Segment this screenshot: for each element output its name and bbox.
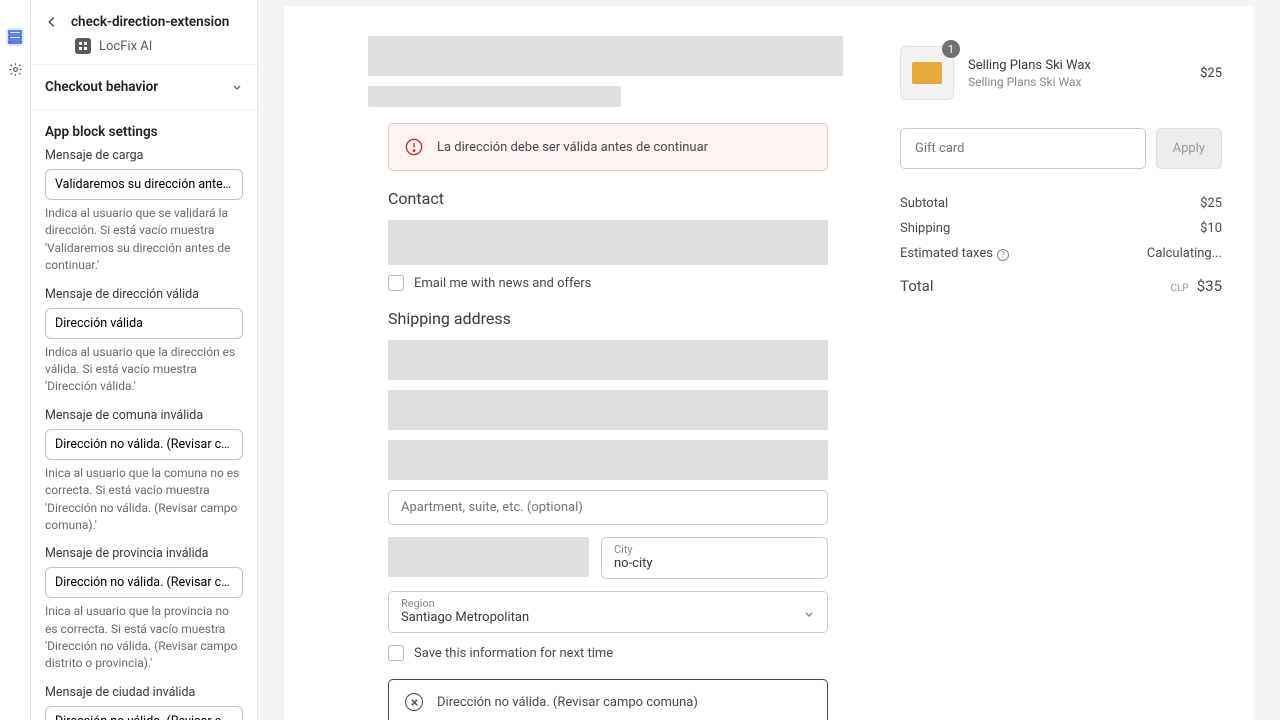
field-label: Mensaje de dirección válida: [45, 287, 243, 302]
skeleton: [368, 86, 621, 107]
field-input-carga[interactable]: [45, 169, 243, 200]
left-rail: [0, 0, 31, 720]
back-icon[interactable]: [45, 15, 59, 29]
region-value: Santiago Metropolitan: [401, 610, 815, 625]
checkbox[interactable]: [388, 645, 404, 661]
total-row: Total CLP $35: [900, 272, 1222, 300]
checkout-main: La dirección debe ser válida antes de co…: [284, 6, 884, 720]
region-label: Region: [401, 597, 815, 610]
item-price: $25: [1200, 66, 1222, 81]
tax-label: Estimated taxes: [900, 246, 993, 261]
apply-button[interactable]: Apply: [1156, 128, 1222, 169]
checkbox[interactable]: [388, 275, 404, 291]
subtotal-label: Subtotal: [900, 196, 948, 211]
field-label: Mensaje de comuna inválida: [45, 408, 243, 423]
item-title: Selling Plans Ski Wax: [968, 58, 1186, 73]
shipping-label: Shipping: [900, 221, 950, 236]
skeleton: [388, 537, 589, 577]
field-provincia-invalida: Mensaje de provincia inválida Inica al u…: [45, 546, 243, 673]
email-news-label: Email me with news and offers: [414, 276, 591, 291]
side-panel: check-direction-extension LocFix AI Chec…: [31, 0, 258, 720]
city-label: City: [614, 543, 815, 556]
shipping-heading: Shipping address: [388, 309, 862, 328]
field-label: Mensaje de carga: [45, 148, 243, 163]
total-label: Total: [900, 277, 934, 295]
gift-card-input[interactable]: [900, 128, 1146, 169]
accordion-checkout-behavior[interactable]: Checkout behavior: [45, 65, 243, 109]
error-banner: La dirección debe ser válida antes de co…: [388, 123, 828, 171]
tax-row: Estimated taxes? Calculating...: [900, 241, 1222, 266]
preview-stage: La dirección debe ser válida antes de co…: [258, 0, 1280, 720]
cart-item: 1 Selling Plans Ski Wax Selling Plans Sk…: [900, 46, 1222, 100]
chevron-down-icon: [803, 608, 815, 620]
city-input[interactable]: City no-city: [601, 537, 828, 579]
app-badge-icon: [75, 38, 91, 54]
tax-value: Calculating...: [1147, 246, 1222, 261]
save-info-row[interactable]: Save this information for next time: [388, 645, 862, 661]
subtotal-row: Subtotal $25: [900, 191, 1222, 216]
order-summary: 1 Selling Plans Ski Wax Selling Plans Sk…: [884, 6, 1254, 720]
apartment-input[interactable]: [388, 490, 828, 525]
region-select[interactable]: Region Santiago Metropolitan: [388, 591, 828, 633]
sections-icon[interactable]: [6, 28, 24, 46]
qty-badge: 1: [942, 40, 960, 58]
field-label: Mensaje de ciudad inválida: [45, 685, 243, 700]
field-input-comuna[interactable]: [45, 429, 243, 460]
field-input-valida[interactable]: [45, 308, 243, 339]
field-direccion-valida: Mensaje de dirección válida Indica al us…: [45, 287, 243, 396]
field-input-provincia[interactable]: [45, 567, 243, 598]
field-hint: Inica al usuario que la comuna no es cor…: [45, 465, 243, 535]
close-circle-icon: [405, 693, 423, 711]
field-hint: Indica al usuario que la dirección es vá…: [45, 344, 243, 396]
settings-icon[interactable]: [6, 60, 24, 78]
alert-icon: [405, 138, 423, 156]
field-hint: Inica al usuario que la provincia no es …: [45, 603, 243, 673]
section-title: App block settings: [45, 110, 243, 148]
skeleton: [388, 340, 828, 380]
shipping-row: Shipping $10: [900, 216, 1222, 241]
accordion-label: Checkout behavior: [45, 79, 158, 95]
app-row: LocFix AI: [45, 36, 243, 64]
contact-heading: Contact: [388, 189, 862, 208]
item-subtitle: Selling Plans Ski Wax: [968, 75, 1186, 89]
city-value: no-city: [614, 556, 815, 571]
info-icon[interactable]: ?: [997, 249, 1009, 261]
field-input-ciudad[interactable]: [45, 706, 243, 720]
checkout-preview: La dirección debe ser válida antes de co…: [284, 6, 1254, 720]
save-info-label: Save this information for next time: [414, 646, 613, 661]
validation-warning: Dirección no válida. (Revisar campo comu…: [388, 679, 828, 720]
field-comuna-invalida: Mensaje de comuna inválida Inica al usua…: [45, 408, 243, 535]
currency-code: CLP: [1171, 283, 1189, 294]
skeleton: [388, 220, 828, 265]
field-mensaje-carga: Mensaje de carga Indica al usuario que s…: [45, 148, 243, 275]
extension-name: check-direction-extension: [71, 14, 229, 30]
total-value: $35: [1197, 277, 1222, 295]
app-name: LocFix AI: [99, 39, 152, 54]
chevron-down-icon: [231, 81, 243, 93]
subtotal-value: $25: [1200, 196, 1222, 211]
field-ciudad-invalida: Mensaje de ciudad inválida Inica al usua…: [45, 685, 243, 720]
skeleton: [388, 440, 828, 480]
alert-text: La dirección debe ser válida antes de co…: [437, 140, 708, 155]
skeleton: [388, 390, 828, 430]
shipping-value: $10: [1200, 221, 1222, 236]
skeleton: [368, 36, 843, 76]
email-news-row[interactable]: Email me with news and offers: [388, 275, 862, 291]
warning-text: Dirección no válida. (Revisar campo comu…: [437, 695, 698, 710]
field-label: Mensaje de provincia inválida: [45, 546, 243, 561]
field-hint: Indica al usuario que se validará la dir…: [45, 205, 243, 275]
